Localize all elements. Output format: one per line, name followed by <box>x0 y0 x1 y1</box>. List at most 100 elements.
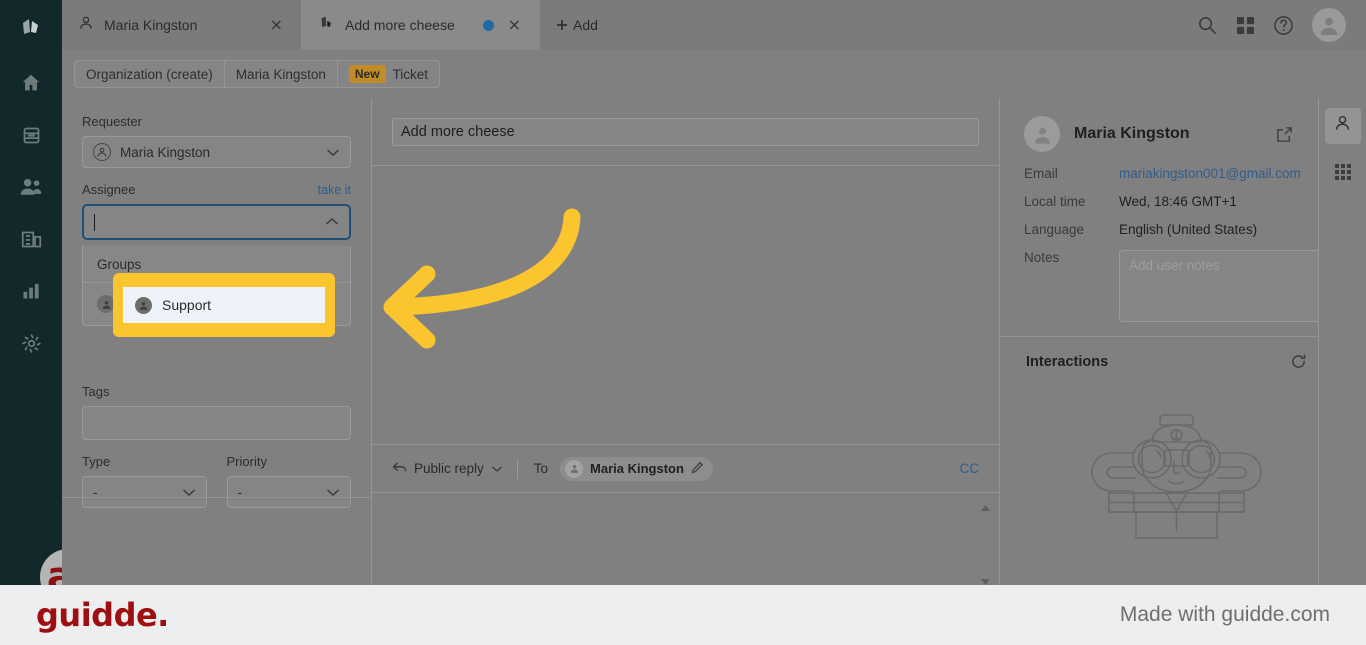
tab-maria-kingston[interactable]: Maria Kingston × <box>62 0 302 50</box>
reply-type-selector[interactable]: Public reply <box>392 461 517 477</box>
attribute-label: Local time <box>1024 194 1086 209</box>
requester-label: Requester <box>82 114 142 129</box>
assignee-input[interactable] <box>82 204 351 240</box>
scroll-up-icon[interactable] <box>980 499 991 517</box>
external-link-icon[interactable] <box>1276 126 1293 143</box>
ticket-article-area <box>372 166 999 445</box>
recipient-name: Maria Kingston <box>590 461 684 476</box>
zammad-logo-icon[interactable] <box>16 12 46 47</box>
customer-name: Maria Kingston <box>1074 125 1190 142</box>
user-avatar[interactable] <box>1312 8 1346 42</box>
type-label: Type <box>82 454 111 469</box>
main-area: Requester Maria Kingston Assignee take i… <box>62 98 1366 645</box>
tab-label: Maria Kingston <box>104 17 198 33</box>
add-tab-label: Add <box>573 17 598 33</box>
ticket-title-row: Add more cheese <box>372 98 999 166</box>
sidebar-item-organizations[interactable] <box>9 217 53 261</box>
breadcrumb-item-customer[interactable]: Maria Kingston <box>225 61 338 87</box>
take-it-link[interactable]: take it <box>318 183 351 197</box>
breadcrumb-label: Maria Kingston <box>235 66 326 82</box>
reply-bar: Public reply To Maria Kingston CC <box>372 445 999 493</box>
close-icon[interactable]: × <box>504 17 525 33</box>
ticket-title-value: Add more cheese <box>401 123 515 140</box>
attribute-label: Email <box>1024 166 1058 181</box>
tags-label: Tags <box>82 384 110 399</box>
close-icon[interactable]: × <box>266 17 287 33</box>
assignee-field: Assignee take it <box>82 182 351 240</box>
highlighted-dropdown-option[interactable]: Support <box>123 287 325 323</box>
avatar <box>1024 116 1060 152</box>
edit-pencil-icon[interactable] <box>691 461 704 477</box>
status-badge: New <box>348 65 386 83</box>
customer-attribute-notes: Notes Add user notes <box>1024 250 1332 322</box>
type-select[interactable]: - <box>82 476 207 508</box>
home-icon <box>20 72 42 94</box>
refresh-icon[interactable] <box>1290 353 1307 370</box>
tab-bar: Maria Kingston × Add more cheese × Add <box>62 0 1366 50</box>
form-panel-divider <box>62 497 371 498</box>
person-icon <box>565 459 584 478</box>
help-icon[interactable] <box>1273 15 1294 36</box>
customer-attribute-language: Language English (United States) <box>1024 222 1332 237</box>
recipient-pill[interactable]: Maria Kingston <box>560 456 713 481</box>
search-icon[interactable] <box>1197 15 1218 36</box>
chevron-down-icon <box>491 461 503 476</box>
tags-field: Tags <box>82 384 351 440</box>
people-icon <box>19 176 43 198</box>
add-tab-button[interactable]: Add <box>540 0 614 50</box>
priority-field: Priority - <box>226 454 351 508</box>
requester-field: Requester Maria Kingston <box>82 114 351 168</box>
sidebar-item-customer[interactable] <box>1324 108 1361 144</box>
list-overview-icon <box>21 125 42 146</box>
sidebar-item-customers[interactable] <box>9 165 53 209</box>
customer-attribute-email: Email mariakingston001@gmail.com <box>1024 166 1332 181</box>
building-icon <box>20 229 43 250</box>
sidebar-tab-rail <box>1318 98 1366 645</box>
unsaved-changes-dot <box>482 19 494 31</box>
customer-attribute-list: Email mariakingston001@gmail.com Local t… <box>1000 166 1352 322</box>
sidebar-item-dashboard[interactable] <box>9 61 53 105</box>
guidde-logo: guidde. <box>36 596 169 634</box>
editor-scrollbar[interactable] <box>979 499 991 591</box>
email-link[interactable]: mariakingston001@gmail.com <box>1119 166 1301 181</box>
user-notes-input[interactable]: Add user notes <box>1119 250 1332 322</box>
app-root: a. 5 Maria Kingston × Add more chees <box>0 0 1366 645</box>
bar-chart-icon <box>21 281 41 301</box>
apps-grid-icon[interactable] <box>1236 16 1255 35</box>
attribute-label: Notes <box>1024 250 1060 265</box>
chevron-up-icon[interactable] <box>325 213 339 231</box>
highlighted-option-label: Support <box>162 297 212 313</box>
attribute-label: Language <box>1024 222 1085 237</box>
customer-sidebar-body: Maria Kingston Email mariakingston001@gm… <box>1000 98 1352 645</box>
guidde-footer: guidde. Made with guidde.com <box>0 585 1366 645</box>
breadcrumb-item-organization[interactable]: Organization (create) <box>75 61 225 87</box>
sidebar-item-reporting[interactable] <box>9 269 53 313</box>
recipient-to-label: To <box>533 461 549 476</box>
chevron-down-icon <box>326 145 340 160</box>
priority-select[interactable]: - <box>226 476 351 508</box>
plus-icon <box>557 20 567 30</box>
cc-link[interactable]: CC <box>960 461 980 476</box>
gear-icon <box>21 333 42 354</box>
made-with-guidde-label: Made with guidde.com <box>1119 603 1330 626</box>
type-field: Type - <box>82 454 207 508</box>
customer-attribute-local-time: Local time Wed, 18:46 GMT+1 <box>1024 194 1332 209</box>
ticket-title-input[interactable]: Add more cheese <box>392 117 979 146</box>
requester-select[interactable]: Maria Kingston <box>82 136 351 168</box>
sidebar-item-overviews[interactable] <box>9 113 53 157</box>
priority-label: Priority <box>226 454 267 469</box>
requester-value: Maria Kingston <box>120 144 211 160</box>
tab-add-more-cheese[interactable]: Add more cheese × <box>302 0 540 50</box>
tags-input[interactable] <box>82 406 351 440</box>
attribute-value: Wed, 18:46 GMT+1 <box>1119 194 1237 209</box>
sidebar-item-apps[interactable] <box>1325 156 1361 192</box>
ticket-icon <box>318 14 335 36</box>
sailor-binoculars-icon <box>1074 396 1279 556</box>
person-icon <box>1333 114 1352 138</box>
attribute-value: English (United States) <box>1119 222 1258 237</box>
breadcrumb-item-ticket[interactable]: New Ticket <box>338 61 439 87</box>
breadcrumb-label: Organization (create) <box>86 66 213 82</box>
customer-header: Maria Kingston <box>1000 98 1352 166</box>
breadcrumb-label: Ticket <box>392 66 429 82</box>
sidebar-item-settings[interactable] <box>9 321 53 365</box>
